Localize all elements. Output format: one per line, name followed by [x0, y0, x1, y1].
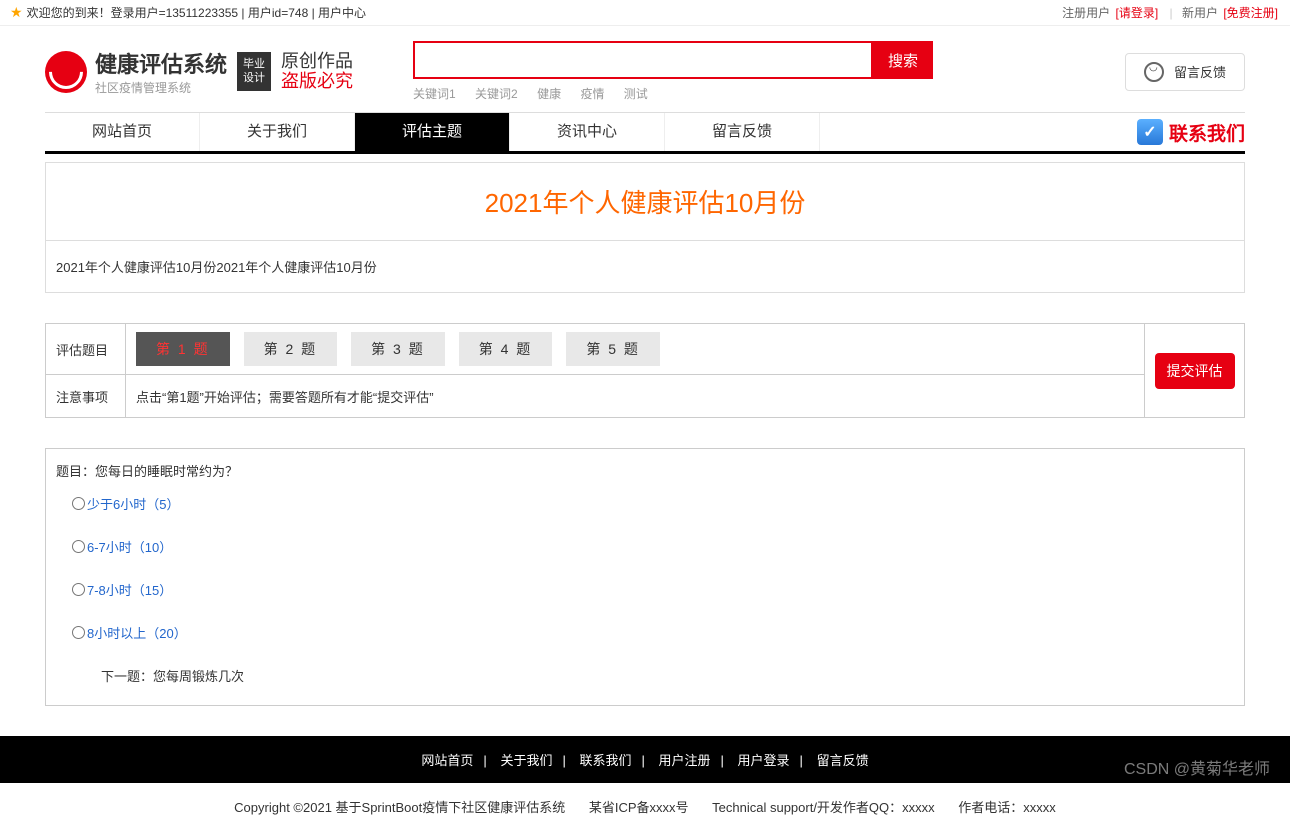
top-left: ★ 欢迎您的到来！登录用户=13511223355 | 用户id=748 | 用…	[10, 4, 366, 21]
logo-title: 健康评估系统	[95, 47, 227, 79]
next-question: 下一题：您每周锻炼几次	[101, 666, 1234, 685]
footer-nav: 网站首页| 关于我们| 联系我们| 用户注册| 用户登录| 留言反馈	[0, 736, 1290, 783]
nav-eval[interactable]: 评估主题	[355, 113, 510, 151]
nav-about[interactable]: 关于我们	[200, 113, 355, 151]
separator: |	[1170, 6, 1173, 20]
main-nav: 网站首页 关于我们 评估主题 资讯中心 留言反馈 ✓ 联系我们	[45, 112, 1245, 154]
nav-feedback[interactable]: 留言反馈	[665, 113, 820, 151]
search-area: 搜索 关键词1 关键词2 健康 疫情 测试	[413, 41, 933, 102]
question-box: 题目：您每日的睡眠时常约为？ 少于6小时（5） 6-7小时（10） 7-8小时（…	[45, 448, 1245, 706]
keyword-item[interactable]: 关键词1	[413, 87, 456, 101]
copyright: Copyright ©2021 基于SprintBoot疫情下社区健康评估系统 …	[0, 783, 1290, 830]
option-label[interactable]: 6-7小时（10）	[87, 537, 172, 556]
option-3[interactable]: 7-8小时（15）	[72, 580, 1234, 599]
logo-area[interactable]: 健康评估系统 社区疫情管理系统 毕业 设计 原创作品 盗版必究	[45, 47, 353, 96]
new-user-label: 新用户	[1182, 6, 1218, 20]
feedback-label: 留言反馈	[1174, 62, 1226, 81]
radio-1[interactable]	[72, 497, 85, 510]
phone-text: 作者电话：xxxxx	[958, 800, 1056, 815]
q-btn-3[interactable]: 第 3 题	[351, 332, 445, 366]
eval-left: 评估题目 第 1 题 第 2 题 第 3 题 第 4 题 第 5 题 注意事项 …	[46, 324, 1144, 417]
feedback-button[interactable]: 留言反馈	[1125, 53, 1245, 91]
logo-text: 健康评估系统 社区疫情管理系统	[95, 47, 227, 96]
content: 2021年个人健康评估10月份 2021年个人健康评估10月份2021年个人健康…	[0, 162, 1290, 706]
page-title: 2021年个人健康评估10月份	[45, 162, 1245, 241]
footer-link[interactable]: 网站首页	[421, 753, 473, 768]
search-button[interactable]: 搜索	[873, 41, 933, 79]
star-icon: ★	[10, 4, 23, 21]
welcome-text[interactable]: 欢迎您的到来！登录用户=13511223355 | 用户id=748 | 用户中…	[27, 4, 366, 21]
logo-icon	[45, 51, 87, 93]
option-4[interactable]: 8小时以上（20）	[72, 623, 1234, 642]
submit-button[interactable]: 提交评估	[1155, 353, 1235, 389]
top-bar: ★ 欢迎您的到来！登录用户=13511223355 | 用户id=748 | 用…	[0, 0, 1290, 26]
radio-3[interactable]	[72, 583, 85, 596]
option-1[interactable]: 少于6小时（5）	[72, 494, 1234, 513]
question-title: 题目：您每日的睡眠时常约为？	[56, 461, 1234, 480]
logo-subtitle: 社区疫情管理系统	[95, 79, 227, 96]
keyword-item[interactable]: 健康	[537, 87, 561, 101]
eval-table: 评估题目 第 1 题 第 2 题 第 3 题 第 4 题 第 5 题 注意事项 …	[45, 323, 1245, 418]
copyright-text: Copyright ©2021 基于SprintBoot疫情下社区健康评估系统	[234, 800, 565, 815]
contact-label: 联系我们	[1169, 119, 1245, 146]
option-label[interactable]: 7-8小时（15）	[87, 580, 172, 599]
eval-row-note: 注意事项 点击“第1题”开始评估；需要答题所有才能“提交评估”	[46, 375, 1144, 417]
q-btn-5[interactable]: 第 5 题	[566, 332, 660, 366]
footer-link[interactable]: 留言反馈	[817, 753, 869, 768]
footer-link[interactable]: 关于我们	[500, 753, 552, 768]
header: 健康评估系统 社区疫情管理系统 毕业 设计 原创作品 盗版必究 搜索 关键词1 …	[0, 26, 1290, 112]
footer-link[interactable]: 联系我们	[579, 753, 631, 768]
option-label[interactable]: 8小时以上（20）	[87, 623, 187, 642]
eval-row-questions: 评估题目 第 1 题 第 2 题 第 3 题 第 4 题 第 5 题	[46, 324, 1144, 375]
eval-note-text: 点击“第1题”开始评估；需要答题所有才能“提交评估”	[126, 379, 1144, 414]
radio-2[interactable]	[72, 540, 85, 553]
headset-icon	[1144, 62, 1164, 82]
contact-us[interactable]: ✓ 联系我们	[1137, 119, 1245, 146]
nav-news[interactable]: 资讯中心	[510, 113, 665, 151]
nav-home[interactable]: 网站首页	[45, 113, 200, 151]
icp-text: 某省ICP备xxxx号	[589, 800, 689, 815]
logo-script: 原创作品 盗版必究	[281, 52, 353, 92]
footer-link[interactable]: 用户注册	[659, 753, 711, 768]
eval-label-note: 注意事项	[46, 375, 126, 417]
q-btn-4[interactable]: 第 4 题	[459, 332, 553, 366]
tech-text: Technical support/开发作者QQ：xxxxx	[712, 800, 935, 815]
keyword-item[interactable]: 测试	[624, 87, 648, 101]
eval-label-q: 评估题目	[46, 324, 126, 374]
eval-q-buttons: 第 1 题 第 2 题 第 3 题 第 4 题 第 5 题	[126, 324, 1144, 374]
footer-link[interactable]: 用户登录	[738, 753, 790, 768]
search-keywords: 关键词1 关键词2 健康 疫情 测试	[413, 85, 933, 102]
free-reg-link[interactable]: [免费注册]	[1223, 6, 1278, 20]
watermark: CSDN @黄菊华老师	[1124, 755, 1270, 779]
q-btn-2[interactable]: 第 2 题	[244, 332, 338, 366]
login-link[interactable]: [请登录]	[1115, 6, 1158, 20]
logo-badge: 毕业 设计	[237, 52, 271, 90]
option-2[interactable]: 6-7小时（10）	[72, 537, 1234, 556]
radio-4[interactable]	[72, 626, 85, 639]
page-desc: 2021年个人健康评估10月份2021年个人健康评估10月份	[45, 241, 1245, 293]
keyword-item[interactable]: 疫情	[580, 87, 604, 101]
check-icon: ✓	[1137, 119, 1163, 145]
q-btn-1[interactable]: 第 1 题	[136, 332, 230, 366]
keyword-item[interactable]: 关键词2	[475, 87, 518, 101]
search-input[interactable]	[413, 41, 873, 79]
search-box: 搜索	[413, 41, 933, 79]
reg-user-label: 注册用户	[1062, 6, 1110, 20]
option-label[interactable]: 少于6小时（5）	[87, 494, 179, 513]
top-right: 注册用户 [请登录] | 新用户 [免费注册]	[1062, 4, 1280, 21]
eval-right: 提交评估	[1144, 324, 1244, 417]
